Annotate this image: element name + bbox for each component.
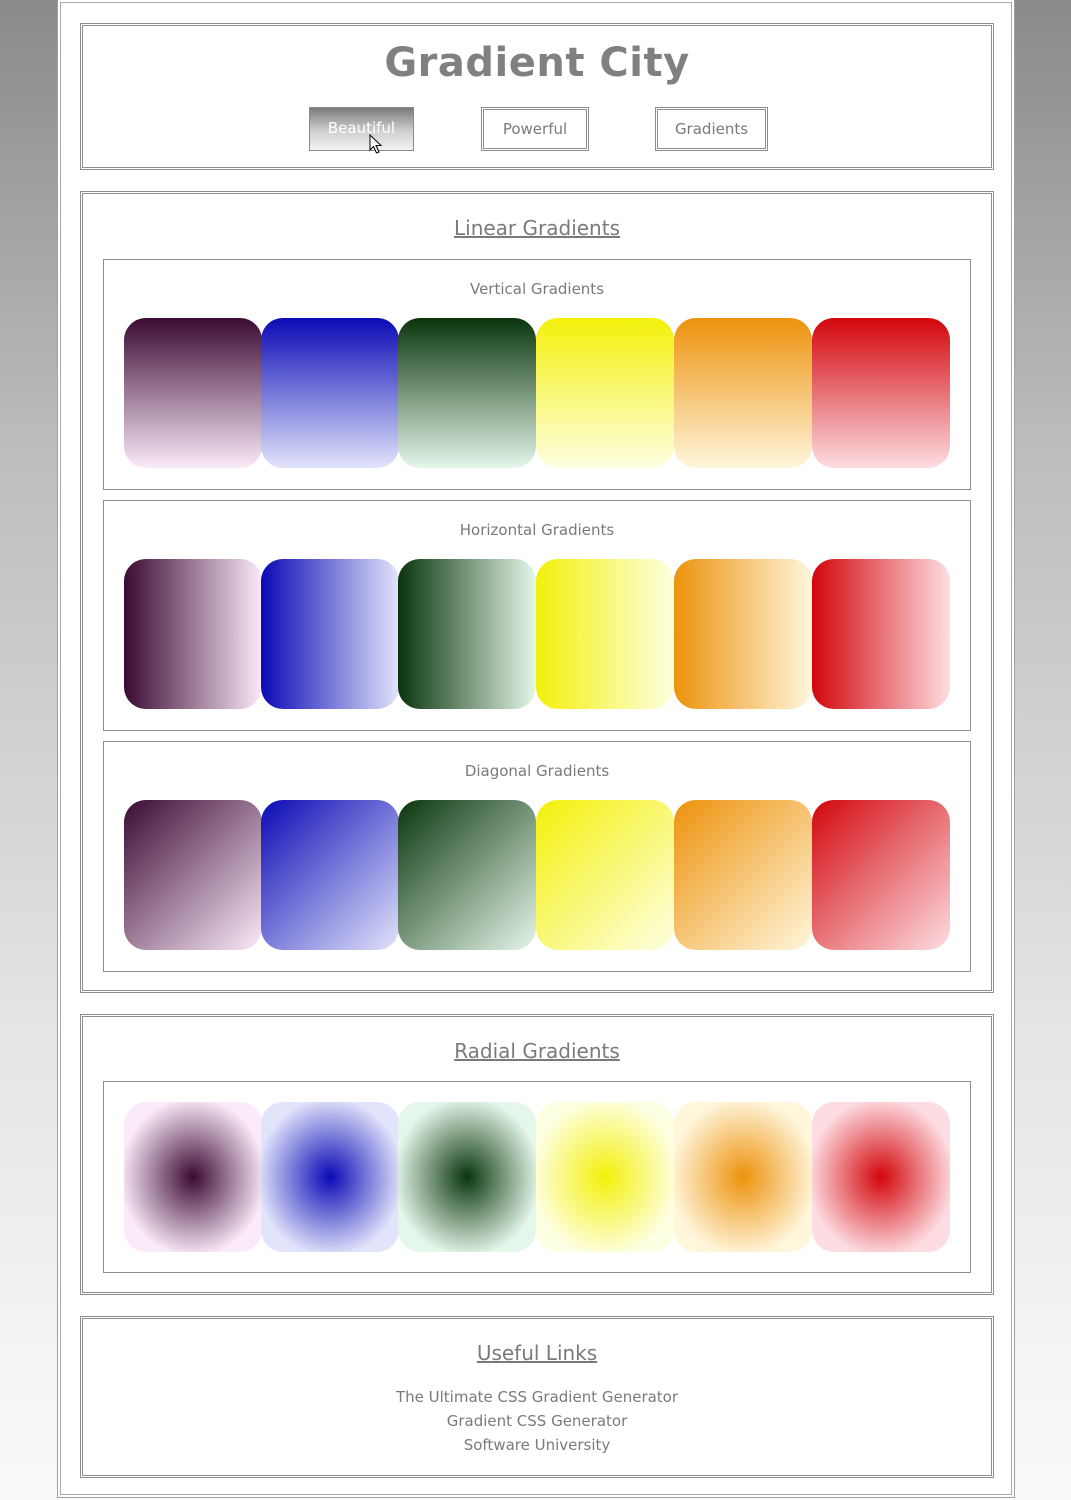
diagonal-group-title: Diagonal Gradients: [464, 762, 610, 780]
radial-swatch-orange: [674, 1102, 812, 1252]
horizontal-swatch-yellow: [536, 559, 674, 709]
horizontal-swatch-blue: [261, 559, 399, 709]
horizontal-swatch-orange: [674, 559, 812, 709]
link-software-university[interactable]: Software University: [83, 1433, 991, 1457]
linear-section-title: Linear Gradients: [454, 216, 620, 240]
mouse-cursor-icon: [369, 134, 383, 154]
radial-swatch-blue: [261, 1102, 399, 1252]
link-gradient-css-generator[interactable]: Gradient CSS Generator: [83, 1409, 991, 1433]
horizontal-gradients-group: Horizontal Gradients: [103, 500, 971, 731]
link-ultimate-css-gradient-generator[interactable]: The Ultimate CSS Gradient Generator: [83, 1385, 991, 1409]
nav-button-gradients[interactable]: Gradients: [655, 107, 768, 151]
diagonal-swatch-orange: [674, 800, 812, 950]
nav-button-beautiful[interactable]: Beautiful: [309, 107, 414, 151]
vertical-swatch-yellow: [536, 318, 674, 468]
diagonal-swatch-purple: [124, 800, 262, 950]
horizontal-swatch-red: [812, 559, 950, 709]
horizontal-swatch-purple: [124, 559, 262, 709]
radial-swatch-yellow: [536, 1102, 674, 1252]
links-section-title: Useful Links: [476, 1341, 598, 1365]
page-container: Gradient City Beautiful Powerful Gradien…: [57, 0, 1015, 1498]
radial-gradients-group: [103, 1081, 971, 1273]
radial-swatches: [124, 1102, 952, 1252]
horizontal-group-title: Horizontal Gradients: [459, 521, 615, 539]
vertical-swatch-red: [812, 318, 950, 468]
vertical-swatch-purple: [124, 318, 262, 468]
diagonal-swatch-green: [398, 800, 536, 950]
vertical-swatch-orange: [674, 318, 812, 468]
nav-bar: Beautiful Powerful Gradients: [83, 107, 991, 154]
radial-swatch-green: [398, 1102, 536, 1252]
links-list: The Ultimate CSS Gradient Generator Grad…: [83, 1385, 991, 1457]
radial-section-title: Radial Gradients: [454, 1039, 620, 1063]
linear-gradients-section: Linear Gradients Vertical Gradients Hori…: [80, 191, 994, 993]
useful-links-section: Useful Links The Ultimate CSS Gradient G…: [80, 1316, 994, 1478]
diagonal-swatch-yellow: [536, 800, 674, 950]
radial-gradients-section: Radial Gradients: [80, 1014, 994, 1295]
site-header: Gradient City Beautiful Powerful Gradien…: [80, 23, 994, 170]
vertical-swatch-blue: [261, 318, 399, 468]
vertical-swatches: [124, 318, 952, 468]
vertical-swatch-green: [398, 318, 536, 468]
radial-swatch-red: [812, 1102, 950, 1252]
diagonal-swatches: [124, 800, 952, 950]
horizontal-swatch-green: [398, 559, 536, 709]
site-title: Gradient City: [384, 40, 690, 86]
diagonal-swatch-red: [812, 800, 950, 950]
diagonal-gradients-group: Diagonal Gradients: [103, 741, 971, 972]
radial-swatch-purple: [124, 1102, 262, 1252]
nav-button-powerful[interactable]: Powerful: [481, 107, 589, 151]
vertical-group-title: Vertical Gradients: [469, 280, 605, 298]
vertical-gradients-group: Vertical Gradients: [103, 259, 971, 490]
diagonal-swatch-blue: [261, 800, 399, 950]
horizontal-swatches: [124, 559, 952, 709]
